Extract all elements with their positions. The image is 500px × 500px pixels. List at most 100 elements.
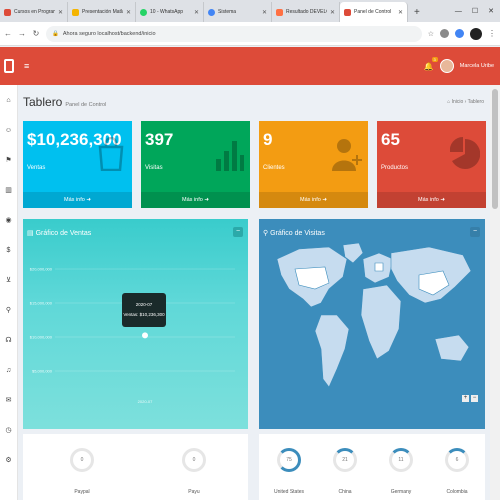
- y-tick-label: $5,000,000: [32, 369, 53, 374]
- browser-tab[interactable]: 10 - WhatsApp ✕: [136, 2, 204, 22]
- knob: 75: [277, 448, 301, 472]
- user-name[interactable]: Marcela Uribe: [460, 63, 494, 69]
- close-icon[interactable]: ✕: [262, 9, 267, 16]
- tab-label: 10 - WhatsApp: [150, 9, 184, 15]
- forward-icon[interactable]: →: [18, 29, 26, 38]
- tab-favicon-icon: [208, 8, 215, 16]
- map-zoom-out-button[interactable]: −: [471, 395, 478, 402]
- customers-icon[interactable]: ☊: [0, 325, 17, 355]
- page-subtitle: Panel de Control: [65, 102, 107, 108]
- close-icon[interactable]: ✕: [398, 9, 403, 16]
- browser-tab[interactable]: Sistema ✕: [204, 2, 272, 22]
- sidebar: ⌂ ☺ ⚑ ▥ ◉ $ ⊻ ⚲ ☊ ♫ ✉ ◷ ⚙: [0, 47, 18, 500]
- shopping-bag-icon: [98, 137, 124, 171]
- stat-box-products: 65 Productos Más info ➜: [377, 121, 486, 208]
- world-map[interactable]: [259, 219, 485, 429]
- stat-label: Visitas: [145, 165, 163, 171]
- notifications-icon[interactable]: ♫: [0, 355, 17, 385]
- notification-badge: 3: [431, 56, 438, 62]
- profile-avatar[interactable]: [470, 27, 482, 40]
- close-window-icon[interactable]: ✕: [488, 7, 494, 15]
- minimize-icon[interactable]: —: [455, 8, 462, 15]
- x-tick-label: 2020-07: [138, 399, 153, 404]
- map-south-america: [314, 314, 350, 388]
- browser-tab[interactable]: Cursos en Programación✕: [0, 2, 68, 22]
- close-icon[interactable]: ✕: [194, 9, 199, 16]
- knob-label: United States: [273, 489, 305, 495]
- knob: 6: [445, 448, 469, 472]
- stat-box-visits: 397 Visitas Más info ➜: [141, 121, 250, 208]
- page-scrollbar[interactable]: [490, 85, 500, 500]
- page-title-text: Tablero: [23, 95, 63, 109]
- page-title: Tablero Panel de Control: [23, 95, 106, 109]
- url-text: Ahora seguro localhost/backend/inicio: [62, 30, 156, 37]
- more-info-link[interactable]: Más info ➜: [377, 192, 486, 208]
- stat-label: Clientes: [263, 165, 285, 171]
- user-avatar[interactable]: [439, 59, 454, 73]
- close-icon[interactable]: ✕: [330, 9, 335, 16]
- stat-value: 9: [263, 130, 273, 149]
- reload-icon[interactable]: ↻: [32, 29, 40, 38]
- knob-label: China: [338, 489, 352, 495]
- more-info-link[interactable]: Más info ➜: [259, 192, 368, 208]
- map-germany: [374, 262, 384, 272]
- map-africa: [360, 284, 402, 360]
- url-input[interactable]: 🔒 Ahora seguro localhost/backend/inicio: [46, 25, 422, 42]
- star-icon[interactable]: ☆: [428, 30, 434, 38]
- categories-icon[interactable]: ⚑: [0, 145, 17, 175]
- tab-favicon-icon: [276, 8, 283, 16]
- breadcrumb[interactable]: ⌂ Inicio › Tablero: [447, 99, 484, 105]
- logo[interactable]: [0, 47, 18, 85]
- sales-icon[interactable]: $: [0, 235, 17, 265]
- new-tab-button[interactable]: +: [408, 2, 426, 22]
- profiles-icon[interactable]: ⚙: [0, 445, 17, 475]
- tab-favicon-icon: [4, 8, 11, 16]
- scrollbar-thumb[interactable]: [492, 89, 498, 209]
- visits-icon[interactable]: ⚲: [0, 295, 17, 325]
- home-icon[interactable]: ⌂: [0, 85, 17, 115]
- tooltip-date: 2020-07: [135, 302, 153, 307]
- banner-icon[interactable]: ◉: [0, 205, 17, 235]
- extension-icon[interactable]: [440, 29, 449, 38]
- stat-box-customers: 9 Clientes Más info ➜: [259, 121, 368, 208]
- browser-tab-active[interactable]: Panel de Control ✕: [340, 2, 408, 22]
- close-icon[interactable]: ✕: [126, 9, 131, 16]
- cart-icon[interactable]: ⊻: [0, 265, 17, 295]
- knob-label: Paypal: [74, 489, 90, 495]
- stat-box-sales: $10,236,300 Ventas Más info ➜: [23, 121, 132, 208]
- reports-icon[interactable]: ◷: [0, 415, 17, 445]
- browser-tab[interactable]: Resultado DEVELOPM✕: [272, 2, 340, 22]
- bar-chart-icon: [216, 141, 244, 171]
- notifications-bell-icon[interactable]: 🔔 3: [424, 56, 438, 71]
- more-info-link[interactable]: Más info ➜: [141, 192, 250, 208]
- maximize-icon[interactable]: ☐: [472, 7, 478, 15]
- more-info-link[interactable]: Más info ➜: [23, 192, 132, 208]
- browser-tab[interactable]: Presentación Matlab✕: [68, 2, 136, 22]
- y-tick-label: $15,000,000: [30, 301, 53, 306]
- menu-toggle-icon[interactable]: ≡: [24, 61, 29, 71]
- visits-map-panel: ⚲ Gráfico de Visitas − + −: [259, 219, 485, 429]
- extension-icon[interactable]: [455, 29, 464, 38]
- pie-chart-icon: [450, 137, 480, 169]
- knob: 0: [182, 448, 206, 472]
- close-icon[interactable]: ✕: [58, 9, 63, 16]
- tab-favicon-icon: [344, 8, 351, 16]
- tab-label: Panel de Control: [354, 9, 392, 15]
- tooltip-value: Ventas: $10,236,300: [123, 312, 165, 317]
- messages-icon[interactable]: ✉: [0, 385, 17, 415]
- back-icon[interactable]: ←: [4, 29, 12, 38]
- data-point[interactable]: [142, 332, 148, 339]
- products-icon[interactable]: ▥: [0, 175, 17, 205]
- knob-label: Payu: [188, 489, 200, 495]
- payment-knobs: 0 Paypal 0 Payu: [23, 434, 248, 500]
- map-zoom-in-button[interactable]: +: [462, 395, 469, 402]
- y-tick-label: $10,000,000: [30, 335, 53, 340]
- chart-tooltip: 2020-07 Ventas: $10,236,300: [122, 293, 166, 327]
- tab-label: Resultado DEVELOPM: [286, 9, 327, 15]
- users-icon[interactable]: ☺: [0, 115, 17, 145]
- lock-icon: 🔒: [52, 30, 59, 37]
- map-oceania: [434, 334, 470, 362]
- browser-menu-icon[interactable]: ⋮: [488, 29, 496, 38]
- window-controls: — ☐ ✕: [455, 0, 500, 22]
- knob-label: Germany: [390, 489, 412, 495]
